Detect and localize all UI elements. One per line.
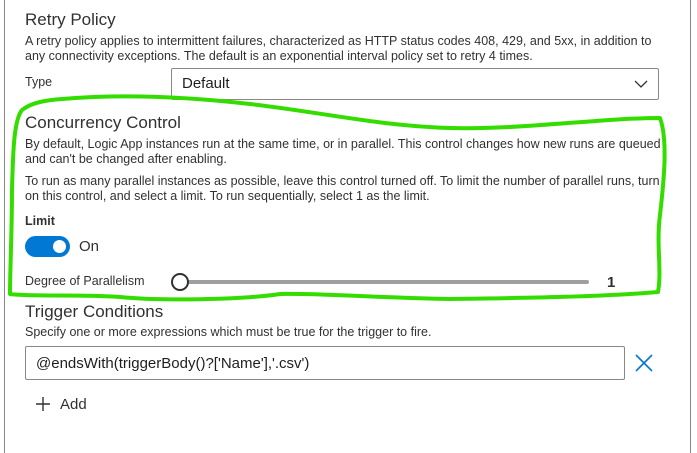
type-label: Type [25,75,53,89]
limit-toggle[interactable] [25,236,70,257]
toggle-knob [53,240,66,253]
concurrency-description-2: To run as many parallel instances as pos… [25,174,660,203]
parallelism-slider-thumb[interactable] [171,273,189,291]
panel-border-right [690,0,691,453]
parallelism-value: 1 [607,274,616,291]
panel-border-left [4,0,5,453]
trigger-condition-input[interactable] [25,346,625,380]
add-condition-label: Add [60,395,87,413]
toggle-state-label: On [79,238,100,255]
close-icon[interactable] [634,353,654,373]
retry-policy-title: Retry Policy [25,10,116,29]
retry-type-value: Default [182,75,230,92]
parallelism-label: Degree of Parallelism [25,274,145,288]
trigger-conditions-title: Trigger Conditions [25,302,164,321]
chevron-down-icon [634,80,648,88]
concurrency-description-1: By default, Logic App instances run at t… [25,137,661,166]
plus-icon [36,397,50,411]
parallelism-slider-track[interactable] [180,280,589,284]
retry-policy-description: A retry policy applies to intermittent f… [25,34,652,63]
limit-label: Limit [25,214,55,228]
trigger-conditions-description: Specify one or more expressions which mu… [25,325,432,339]
retry-type-dropdown[interactable]: Default [171,68,659,100]
add-condition-button[interactable]: Add [35,393,87,415]
concurrency-control-title: Concurrency Control [25,113,181,132]
